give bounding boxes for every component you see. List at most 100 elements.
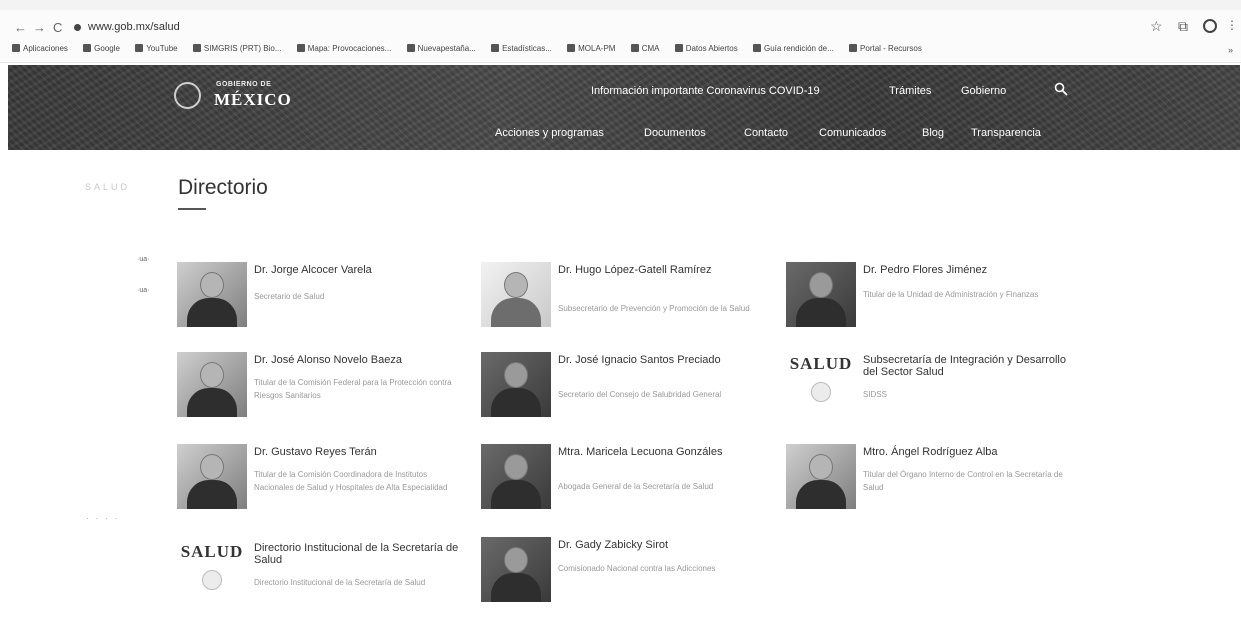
bookmark-item[interactable]: Guía rendición de... [752,44,834,53]
page-icon [849,44,858,52]
google-icon [83,44,92,52]
nav-documentos[interactable]: Documentos [644,127,706,139]
card-role: SIDSS [863,390,888,399]
title-underline [178,208,206,210]
card-name[interactable]: Directorio Institucional de la Secretarí… [254,542,464,566]
portrait-photo [481,262,551,327]
profile-icon[interactable] [1203,19,1217,33]
card-name[interactable]: Dr. Gady Zabicky Sirot [558,539,768,551]
seal-icon [811,382,831,402]
bookmark-item[interactable]: Portal - Recursos [849,44,922,53]
salud-wordmark: SALUD [789,354,853,373]
left-fragment: · · · · [86,513,120,523]
card-name[interactable]: Mtro. Ángel Rodríguez Alba [863,446,1073,458]
back-icon[interactable]: ← [14,20,27,36]
page-title: Directorio [178,176,268,199]
card-name[interactable]: Dr. Hugo López-Gatell Ramírez [558,264,768,276]
youtube-icon [135,44,144,52]
directory-card-gady-zabicky[interactable]: Dr. Gady Zabicky Sirot Comisionado Nacio… [481,537,781,623]
card-name[interactable]: Dr. José Ignacio Santos Preciado [558,354,768,366]
nav-transparencia[interactable]: Transparencia [971,127,1041,139]
apps-icon [12,44,20,52]
portrait-photo [786,262,856,327]
directory-card-directorio-institucional[interactable]: SALUD Directorio Institucional de la Sec… [177,540,477,626]
bookmark-item[interactable]: CMA [630,44,659,53]
card-role: Directorio Institucional de la Secretarí… [254,578,426,587]
search-icon[interactable] [1054,82,1068,96]
card-name[interactable]: Subsecretaría de Integración y Desarroll… [863,354,1073,378]
card-name[interactable]: Dr. Gustavo Reyes Terán [254,446,464,458]
globe-icon [192,44,201,52]
nav-blog[interactable]: Blog [922,127,944,139]
page-icon [567,44,576,52]
salud-logo: SALUD [177,542,247,602]
forward-icon[interactable]: → [33,20,46,36]
bookmark-item[interactable]: Estadísticas... [491,44,552,53]
nav-tramites[interactable]: Trámites [889,85,931,97]
card-role: Titular del Órgano Interno de Control en… [863,470,1063,492]
card-role: Abogada General de la Secretaría de Salu… [558,482,714,491]
directory-card-jose-alonso-novelo[interactable]: Dr. José Alonso Novelo Baeza Titular de … [177,352,477,438]
globe-icon [296,44,305,52]
site-header: GOBIERNO DE MÉXICO Información important… [8,65,1240,150]
bookmark-item[interactable]: YouTube [135,44,178,53]
card-name[interactable]: Dr. José Alonso Novelo Baeza [254,354,464,366]
directory-card-sidss[interactable]: SALUD Subsecretaría de Integración y Des… [786,352,1086,438]
bookmark-star-icon[interactable]: ☆ [1150,18,1163,35]
reload-icon[interactable]: C [53,20,62,36]
bookmark-item[interactable]: Mapa: Provocaciones... [296,44,391,53]
coat-of-arms-icon [174,82,201,109]
bookmark-item[interactable]: Aplicaciones [12,44,68,53]
extensions-icon[interactable]: ⧉ [1178,18,1188,35]
bookmark-item[interactable]: Google [83,44,120,53]
nav-covid-info[interactable]: Información importante Coronavirus COVID… [591,85,820,97]
salud-wordmark: SALUD [180,542,244,561]
directory-card-hugo-lopez-gatell[interactable]: Dr. Hugo López-Gatell Ramírez Subsecreta… [481,262,781,348]
directory-card-gustavo-reyes[interactable]: Dr. Gustavo Reyes Terán Titular de la Co… [177,444,477,530]
side-fragment: ·ua· [137,287,150,294]
card-name[interactable]: Mtra. Maricela Lecuona Gonzáles [558,446,768,458]
page-icon [630,44,639,52]
directory-card-angel-rodriguez[interactable]: Mtro. Ángel Rodríguez Alba Titular del Ó… [786,444,1086,530]
directory-card-maricela-lecuona[interactable]: Mtra. Maricela Lecuona Gonzáles Abogada … [481,444,781,530]
directory-card-pedro-flores[interactable]: Dr. Pedro Flores Jiménez Titular de la U… [786,262,1086,348]
logo-title[interactable]: MÉXICO [214,90,292,110]
portrait-photo [177,352,247,417]
page-icon [406,44,415,52]
portrait-photo [177,262,247,327]
menu-icon[interactable]: ⋮ [1226,18,1238,32]
bookmark-item[interactable]: Datos Abiertos [674,44,738,53]
seal-icon [202,570,222,590]
bookmark-item[interactable]: MOLA-PM [567,44,615,53]
card-role: Titular de la Comisión Coordinadora de I… [254,470,448,492]
logo-subtitle[interactable]: GOBIERNO DE [216,81,271,88]
nav-acciones-programas[interactable]: Acciones y programas [495,127,604,139]
bookmark-item[interactable]: SIMGRIS (PRT) Bio... [192,44,282,53]
portrait-photo [786,444,856,509]
tab-strip [0,0,1241,10]
card-role: Comisionado Nacional contra las Adiccion… [558,564,716,573]
bookmarks-bar: Aplicaciones Google YouTube SIMGRIS (PRT… [12,44,1232,58]
card-role: Secretario del Consejo de Salubridad Gen… [558,390,722,399]
nav-contacto[interactable]: Contacto [744,127,788,139]
portrait-photo [177,444,247,509]
browser-chrome: ← → C www.gob.mx/salud ☆ ⧉ ⋮ Aplicacione… [0,0,1241,63]
breadcrumb[interactable]: SALUD [85,182,130,192]
nav-gobierno[interactable]: Gobierno [961,85,1006,97]
bookmark-item[interactable]: Nuevapestaña... [406,44,476,53]
nav-comunicados[interactable]: Comunicados [819,127,886,139]
directory-card-jorge-alcocer[interactable]: Dr. Jorge Alcocer Varela Secretario de S… [177,262,477,348]
portrait-photo [481,444,551,509]
address-bar[interactable]: www.gob.mx/salud [88,21,180,33]
site-info-icon[interactable] [74,24,81,31]
side-fragment: ·ua· [137,256,150,263]
grid-icon [674,44,683,52]
directory-card-jose-ignacio-santos[interactable]: Dr. José Ignacio Santos Preciado Secreta… [481,352,781,438]
card-name[interactable]: Dr. Pedro Flores Jiménez [863,264,1073,276]
card-role: Subsecretario de Prevención y Promoción … [558,304,750,313]
card-role: Titular de la Unidad de Administración y… [863,290,1039,299]
card-role: Titular de la Comisión Federal para la P… [254,378,452,400]
card-name[interactable]: Dr. Jorge Alcocer Varela [254,264,464,276]
page-icon [752,44,761,52]
more-bookmarks-icon[interactable]: » [1228,45,1233,55]
